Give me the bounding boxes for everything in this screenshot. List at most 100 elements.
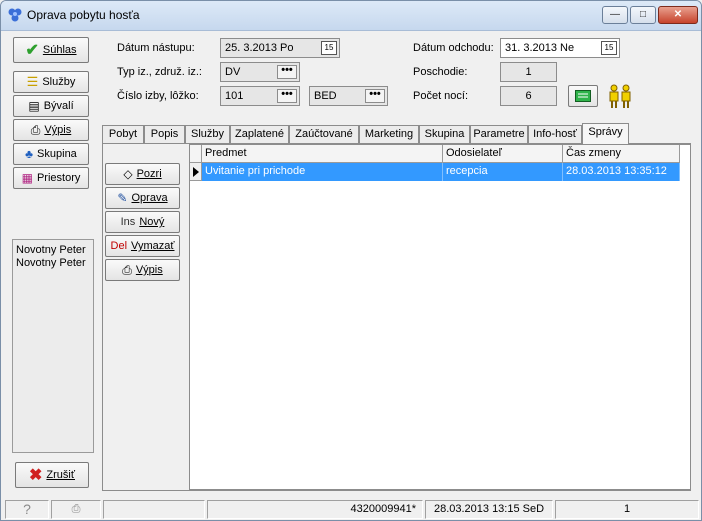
list-icon: ▤ bbox=[28, 99, 40, 113]
main-window: Oprava pobytu hosťa — □ ✕ ✔ Súhlas ☰ Slu… bbox=[0, 0, 702, 521]
byvali-label: Bývalí bbox=[43, 100, 74, 112]
poschodie-label: Poschodie: bbox=[413, 66, 468, 78]
del-shortcut: Del bbox=[110, 240, 128, 252]
tab-spravy[interactable]: Správy bbox=[582, 123, 629, 144]
datum-odchodu-value: 31. 3.2013 Ne bbox=[505, 42, 575, 54]
window-title: Oprava pobytu hosťa bbox=[27, 8, 140, 22]
poschodie-field: 1 bbox=[500, 62, 557, 82]
status-empty-1 bbox=[103, 500, 205, 519]
tab-sluzby[interactable]: Služby bbox=[185, 125, 230, 144]
minimize-button[interactable]: — bbox=[602, 6, 628, 24]
messages-grid[interactable]: Predmet Odosielateľ Čas zmeny Uvitanie p… bbox=[189, 144, 691, 490]
tab-info-host[interactable]: Info-hosť bbox=[528, 125, 582, 144]
app-icon bbox=[8, 8, 22, 22]
column-header-odosielatel[interactable]: Odosielateľ bbox=[443, 145, 563, 163]
services-icon: ☰ bbox=[26, 74, 39, 89]
column-header-predmet[interactable]: Predmet bbox=[202, 145, 443, 163]
typ-label: Typ iz., združ. iz.: bbox=[117, 66, 202, 78]
vymazat-label: Vymazať bbox=[131, 240, 175, 252]
lozko-browse-button[interactable]: ••• bbox=[365, 89, 385, 103]
tab-zauctovane[interactable]: Zaúčtované bbox=[289, 125, 359, 144]
close-button[interactable]: ✕ bbox=[658, 6, 698, 24]
vymazat-button[interactable]: Del Vymazať bbox=[105, 235, 180, 257]
edit-icon: ✎ bbox=[117, 191, 128, 205]
pocet-noci-field: 6 bbox=[500, 86, 557, 106]
column-header-cas[interactable]: Čas zmeny bbox=[563, 145, 680, 163]
skupina-button[interactable]: ♣ Skupina bbox=[13, 143, 89, 165]
lozko-field[interactable]: BED ••• bbox=[309, 86, 388, 106]
priestory-label: Priestory bbox=[36, 172, 81, 184]
novy-button[interactable]: Ins Nový bbox=[105, 211, 180, 233]
guest-list[interactable]: Novotny Peter Novotny Peter bbox=[12, 239, 94, 453]
notes-icon bbox=[575, 90, 591, 102]
priestory-button[interactable]: ▦ Priestory bbox=[13, 167, 89, 189]
cislo-izby-field[interactable]: 101 ••• bbox=[220, 86, 300, 106]
checkmark-icon: ✔ bbox=[25, 42, 39, 59]
skupina-label: Skupina bbox=[37, 148, 77, 160]
printer-icon: ⎙ bbox=[122, 262, 132, 277]
lozko-value: BED bbox=[314, 90, 337, 102]
printer-status-icon[interactable]: ⎙ bbox=[51, 500, 101, 519]
guest-list-item[interactable]: Novotny Peter bbox=[16, 257, 90, 270]
tab-marketing[interactable]: Marketing bbox=[359, 125, 419, 144]
novy-label: Nový bbox=[139, 216, 165, 228]
suhlas-button[interactable]: ✔ Súhlas bbox=[13, 37, 89, 63]
cell-cas[interactable]: 28.03.2013 13:35:12 bbox=[563, 163, 680, 181]
message-vypis-label: Výpis bbox=[135, 264, 163, 276]
zrusit-button[interactable]: ✖ Zrušiť bbox=[15, 462, 89, 488]
datum-odchodu-field[interactable]: 31. 3.2013 Ne 15 bbox=[500, 38, 620, 58]
table-row[interactable]: Uvitanie pri prichode recepcia 28.03.201… bbox=[190, 163, 680, 181]
tab-popis[interactable]: Popis bbox=[144, 125, 185, 144]
status-count: 1 bbox=[555, 500, 699, 519]
row-pointer-icon bbox=[190, 163, 202, 181]
persons-icon[interactable] bbox=[607, 83, 633, 109]
help-icon[interactable]: ? bbox=[5, 500, 49, 519]
oprava-label: Oprava bbox=[131, 192, 168, 204]
group-icon: ♣ bbox=[25, 147, 34, 161]
grid-header: Predmet Odosielateľ Čas zmeny bbox=[190, 145, 690, 163]
status-id: 4320009941* bbox=[207, 500, 423, 519]
view-icon: ◇ bbox=[123, 167, 133, 181]
datum-nastupu-label: Dátum nástupu: bbox=[117, 42, 195, 54]
vypis-label: Výpis bbox=[44, 124, 72, 136]
calendar-icon[interactable]: 15 bbox=[321, 41, 337, 55]
pocet-noci-label: Počet nocí: bbox=[413, 90, 469, 102]
grid-corner bbox=[190, 145, 202, 163]
typ-browse-button[interactable]: ••• bbox=[277, 65, 297, 79]
status-datetime: 28.03.2013 13:15 SeD bbox=[425, 500, 553, 519]
notes-button[interactable] bbox=[568, 85, 598, 107]
printer-icon: ⎙ bbox=[30, 122, 41, 137]
typ-value: DV bbox=[225, 66, 241, 78]
grid-icon: ▦ bbox=[21, 171, 33, 185]
tab-pobyt[interactable]: Pobyt bbox=[102, 125, 144, 144]
sluzby-button[interactable]: ☰ Služby bbox=[13, 71, 89, 93]
vypis-button[interactable]: ⎙ Výpis bbox=[13, 119, 89, 141]
zrusit-label: Zrušiť bbox=[46, 469, 75, 481]
pozri-button[interactable]: ◇ Pozri bbox=[105, 163, 180, 185]
datum-nastupu-field[interactable]: 25. 3.2013 Po 15 bbox=[220, 38, 340, 58]
message-vypis-button[interactable]: ⎙ Výpis bbox=[105, 259, 180, 281]
byvali-button[interactable]: ▤ Bývalí bbox=[13, 95, 89, 117]
calendar-icon[interactable]: 15 bbox=[601, 41, 617, 55]
datum-odchodu-label: Dátum odchodu: bbox=[413, 42, 494, 54]
pozri-label: Pozri bbox=[136, 168, 162, 180]
cislo-browse-button[interactable]: ••• bbox=[277, 89, 297, 103]
title-bar: Oprava pobytu hosťa — □ ✕ bbox=[1, 1, 701, 31]
ins-shortcut: Ins bbox=[120, 216, 136, 228]
tab-skupina[interactable]: Skupina bbox=[419, 125, 470, 144]
cell-odosielatel[interactable]: recepcia bbox=[443, 163, 563, 181]
oprava-button[interactable]: ✎ Oprava bbox=[105, 187, 180, 209]
sluzby-label: Služby bbox=[42, 76, 76, 88]
cislo-izby-value: 101 bbox=[225, 90, 244, 102]
guest-list-item[interactable]: Novotny Peter bbox=[16, 244, 90, 257]
cross-icon: ✖ bbox=[29, 467, 43, 484]
tab-parametre[interactable]: Parametre bbox=[470, 125, 528, 144]
cislo-label: Číslo izby, lôžko: bbox=[117, 90, 199, 102]
cell-predmet[interactable]: Uvitanie pri prichode bbox=[202, 163, 443, 181]
typ-field[interactable]: DV ••• bbox=[220, 62, 300, 82]
status-bar: ? ⎙ 4320009941* 28.03.2013 13:15 SeD 1 bbox=[1, 498, 701, 520]
suhlas-label: Súhlas bbox=[42, 44, 77, 56]
tab-zaplatene[interactable]: Zaplatené bbox=[230, 125, 289, 144]
datum-nastupu-value: 25. 3.2013 Po bbox=[225, 42, 294, 54]
maximize-button[interactable]: □ bbox=[630, 6, 656, 24]
